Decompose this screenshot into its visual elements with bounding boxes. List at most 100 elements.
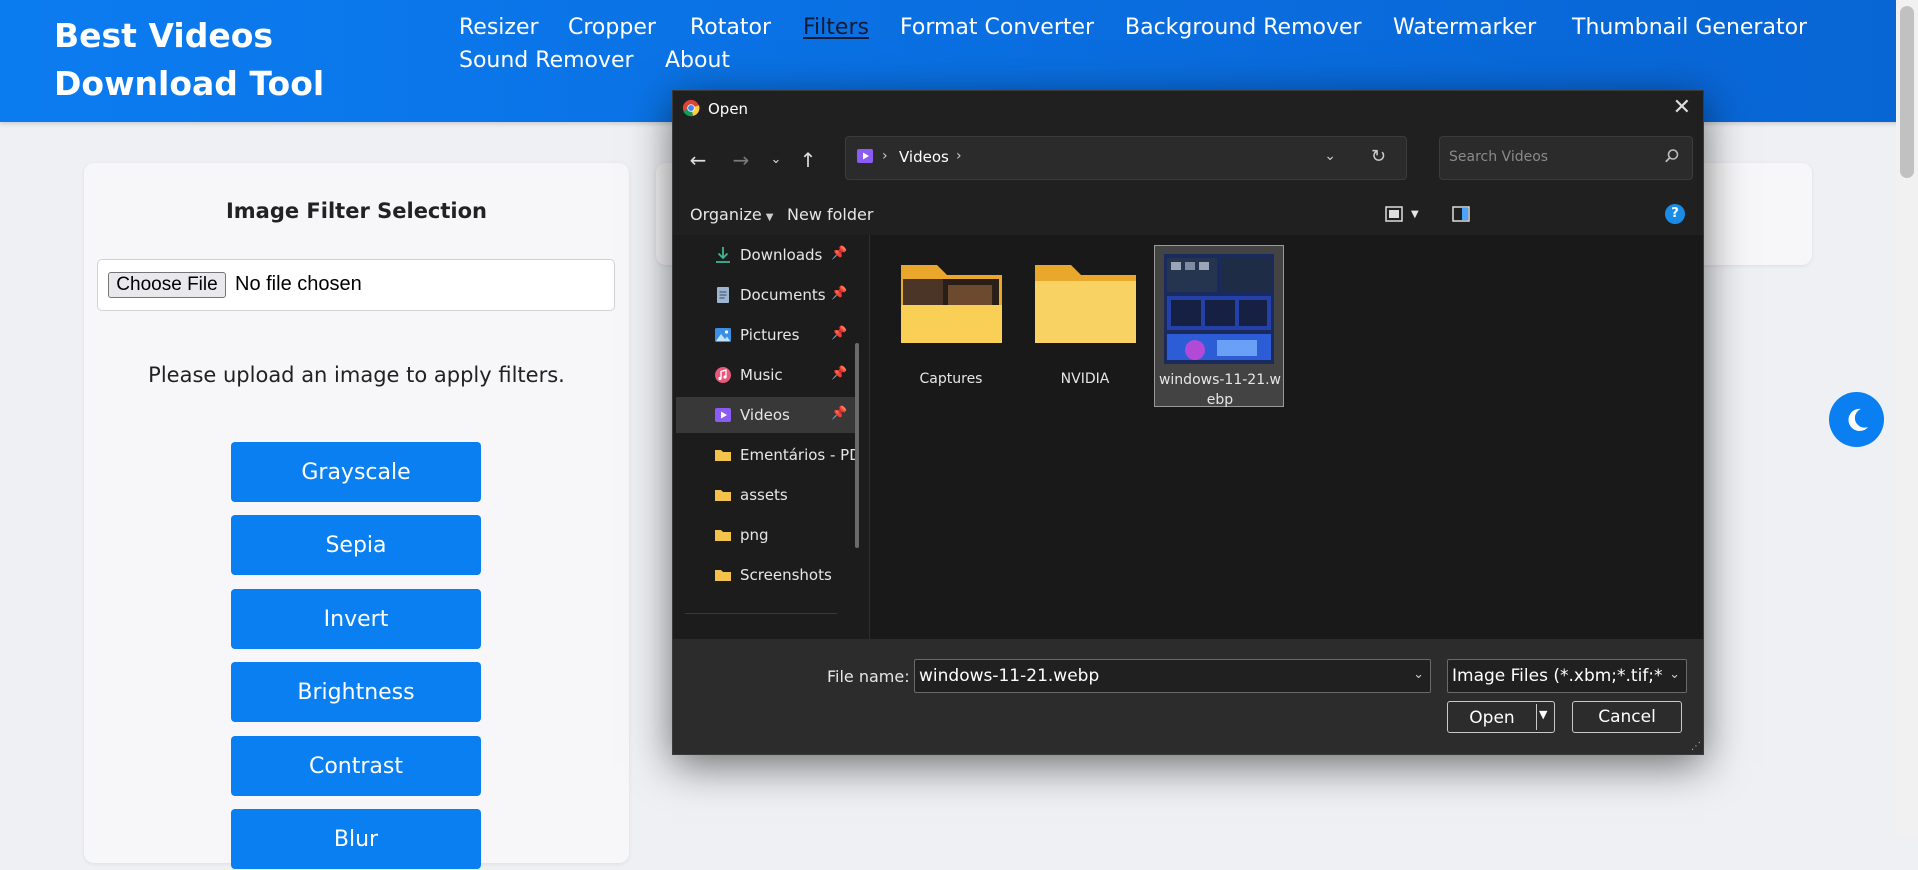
nav-item-downloads[interactable]: Downloads 📌 [676,237,856,273]
address-dropdown-icon[interactable]: ⌄ [1324,148,1336,164]
breadcrumb-chevron-icon[interactable]: › [956,148,962,164]
nav-item-png[interactable]: png [676,517,856,553]
resize-grip-icon[interactable]: ⋰ [1691,741,1701,752]
up-arrow-icon[interactable]: ↑ [795,147,821,173]
file-item-nvidia[interactable]: NVIDIA [1020,245,1150,407]
change-view-icon[interactable] [1384,204,1404,224]
dialog-titlebar[interactable]: Open ✕ [673,91,1703,127]
file-name-input[interactable]: windows-11-21.webp ⌄ [914,659,1431,693]
nav-item-music[interactable]: Music 📌 [676,357,856,393]
brightness-button[interactable]: Brightness [231,662,481,722]
open-button-divider [1536,704,1537,730]
breadcrumb-separator-icon: › [882,148,888,164]
no-file-text: No file chosen [235,273,362,295]
search-icon [1665,149,1679,163]
search-videos-input[interactable]: Search Videos [1439,136,1693,180]
file-name: Captures [919,371,983,387]
new-folder-button[interactable]: New folder [787,205,873,224]
file-item-windows-11-21[interactable]: windows-11-21.webp [1154,245,1284,408]
blur-button[interactable]: Blur [231,809,481,869]
nav-item-pictures[interactable]: Pictures 📌 [676,317,856,353]
site-brand[interactable]: Best Videos Download Tool [54,12,434,108]
organize-menu[interactable]: Organize ▼ [690,205,773,224]
nav-item-label: png [740,526,769,544]
nav-link-filters[interactable]: Filters [803,13,869,43]
file-name: NVIDIA [1060,371,1110,387]
nav-link-rotator[interactable]: Rotator [690,13,771,43]
refresh-icon[interactable]: ↻ [1371,146,1386,167]
breadcrumb-videos[interactable]: Videos [899,148,949,166]
recent-locations-chevron-icon[interactable]: ⌄ [763,147,789,173]
nav-link-watermarker[interactable]: Watermarker [1393,13,1536,43]
nav-item-label: Ementários - PD [740,446,858,464]
nav-link-thumbnail-generator[interactable]: Thumbnail Generator [1572,13,1807,43]
page-scrollbar[interactable] [1896,0,1918,837]
search-placeholder: Search Videos [1449,149,1549,165]
nav-item-screenshots[interactable]: Screenshots [676,557,856,593]
navigation-pane: Downloads 📌 Documents 📌 Pictures 📌 Music… [673,235,870,639]
pin-icon[interactable]: 📌 [831,246,847,261]
dark-mode-toggle[interactable] [1829,392,1884,447]
file-type-value: Image Files (*.xbm;*.tif;*.jfi [1452,666,1662,686]
chevron-down-icon[interactable]: ⌄ [1669,667,1680,682]
nav-link-format-converter[interactable]: Format Converter [900,13,1094,43]
cancel-button[interactable]: Cancel [1572,701,1682,733]
preview-pane-icon[interactable] [1451,204,1471,224]
file-item-captures[interactable]: Captures [886,245,1016,407]
pin-icon[interactable]: 📌 [831,286,847,301]
open-dropdown-icon[interactable]: ▼ [1539,708,1547,721]
image-thumbnail-icon [1164,254,1274,364]
nav-item-videos[interactable]: Videos 📌 [676,397,856,433]
nav-link-sound-remover[interactable]: Sound Remover [459,46,634,76]
pictures-icon [715,328,731,342]
address-bar[interactable]: › Videos › ⌄ ↻ [845,136,1407,180]
nav-item-documents[interactable]: Documents 📌 [676,277,856,313]
videos-icon [715,408,731,422]
nav-item-assets[interactable]: assets [676,477,856,513]
chevron-down-icon[interactable]: ⌄ [1413,667,1424,682]
nav-link-cropper[interactable]: Cropper [568,13,656,43]
help-icon[interactable]: ? [1665,204,1685,224]
forward-arrow-icon[interactable]: → [728,147,754,173]
pin-icon[interactable]: 📌 [831,366,847,381]
file-list: Captures NVIDIA windows-11-21.webp [870,235,1703,639]
download-icon [716,247,730,263]
filter-panel-title: Image Filter Selection [225,199,487,223]
folder-icon [715,530,731,541]
choose-file-button[interactable]: Choose File [108,272,226,298]
file-name: windows-11-21.webp [1158,372,1282,408]
filter-panel: Image Filter Selection Choose File No fi… [84,163,629,869]
folder-icon [715,490,731,501]
pin-icon[interactable]: 📌 [831,326,847,341]
file-input[interactable]: Choose File No file chosen [97,259,615,311]
open-file-dialog: Open ✕ ← → ⌄ ↑ › Videos › ⌄ ↻ Search Vid… [672,90,1704,755]
nav-link-about[interactable]: About [665,46,730,76]
close-icon[interactable]: ✕ [1673,97,1691,119]
dialog-nav-row: ← → ⌄ ↑ › Videos › ⌄ ↻ Search Videos [673,127,1703,193]
folder-icon [715,570,731,581]
chrome-icon [682,99,700,117]
open-button-label: Open [1469,708,1515,728]
nav-link-resizer[interactable]: Resizer [459,13,539,43]
organize-label: Organize [690,205,762,224]
nav-link-background-remover[interactable]: Background Remover [1125,13,1362,43]
dialog-title: Open [708,100,749,118]
view-options-caret-icon[interactable]: ▼ [1411,209,1419,220]
sepia-button[interactable]: Sepia [231,515,481,575]
file-name-value: windows-11-21.webp [919,666,1100,686]
folder-with-preview-icon [901,265,1002,343]
page-scroll-thumb[interactable] [1900,6,1914,178]
organize-caret-icon: ▼ [765,212,774,223]
documents-icon [717,287,729,303]
invert-button[interactable]: Invert [231,589,481,649]
back-arrow-icon[interactable]: ← [685,147,711,173]
open-button[interactable]: Open ▼ [1447,701,1555,733]
nav-item-label: assets [740,486,788,504]
grayscale-button[interactable]: Grayscale [231,442,481,502]
file-type-select[interactable]: Image Files (*.xbm;*.tif;*.jfi ⌄ [1447,659,1687,693]
nav-pane-scrollbar[interactable] [855,343,859,548]
dialog-toolbar: Organize ▼ New folder ▼ ? [673,193,1703,235]
nav-item-ementarios[interactable]: Ementários - PD [676,437,858,473]
contrast-button[interactable]: Contrast [231,736,481,796]
pin-icon[interactable]: 📌 [831,406,847,421]
